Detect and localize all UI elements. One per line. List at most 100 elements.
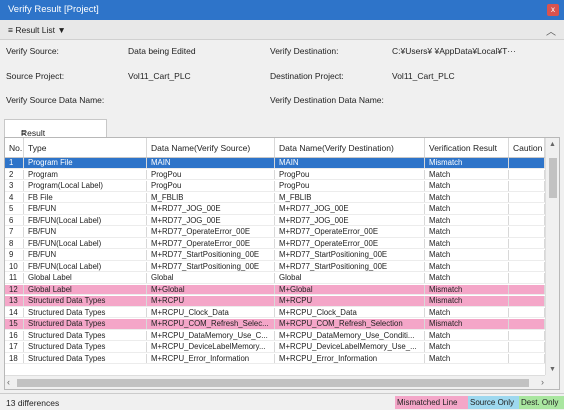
table-row[interactable]: 4 FB File M_FBLIB M_FBLIB Match — [5, 192, 545, 204]
cell-destination-name: M+RD77_JOG_00E — [275, 215, 425, 226]
cell-caution — [509, 261, 545, 272]
table-row[interactable]: 16 Structured Data Types M+RCPU_DataMemory… — [5, 330, 545, 342]
column-header-caution[interactable]: Caution — [509, 138, 545, 157]
column-header-type[interactable]: Type — [24, 138, 147, 157]
cell-type: Global Label — [24, 284, 147, 295]
cell-destination-name: M+RCPU_DataMemory_Use_Conditi... — [275, 330, 425, 341]
table-row[interactable]: 17 Structured Data Types M+RCPU_DeviceLabe… — [5, 342, 545, 353]
cell-result: Match — [425, 261, 509, 272]
cell-caution — [509, 169, 545, 180]
status-bar: 13 differences Mismatched Line Source On… — [0, 393, 564, 410]
column-header-source-name[interactable]: Data Name(Verify Source) — [147, 138, 275, 157]
cell-result: Mismatch — [425, 296, 509, 306]
cell-result: Match — [425, 273, 509, 283]
cell-no: 2 — [5, 169, 24, 180]
cell-result: Match — [425, 353, 509, 364]
cell-no: 18 — [5, 353, 24, 364]
cell-source-name: ProgPou — [147, 169, 275, 180]
destination-data-name-label: Verify Destination Data Name: — [270, 95, 384, 105]
result-table: No. Type Data Name(Verify Source) Data N… — [4, 137, 560, 390]
difference-count: 13 differences — [6, 398, 60, 408]
table-row[interactable]: 6 FB/FUN(Local Label) M+RD77_JOG_00E M+RD77… — [5, 215, 545, 227]
cell-source-name: M+RCPU — [147, 296, 275, 306]
cell-destination-name: ProgPou — [275, 169, 425, 180]
cell-result: Match — [425, 342, 509, 352]
cell-source-name: M+RD77_StartPositioning_00E — [147, 261, 275, 272]
destination-project-label: Destination Project: — [270, 71, 344, 81]
table-row[interactable]: 7 FB/FUN M+RD77_OperateError_00E M+RD77_Ope… — [5, 227, 545, 238]
column-header-verification-result[interactable]: Verification Result — [425, 138, 509, 157]
cell-caution — [509, 204, 545, 214]
vertical-scrollbar[interactable]: ▲ ▼ — [545, 138, 559, 376]
title-bar: Verify Result [Project] x — [0, 0, 564, 20]
scroll-up-icon[interactable]: ▲ — [549, 141, 556, 148]
horizontal-scroll-thumb[interactable] — [17, 379, 529, 387]
cell-type: Structured Data Types — [24, 353, 147, 364]
tab-result-list[interactable]: ≡ Result List — [4, 119, 107, 148]
scroll-left-icon[interactable]: ‹ — [7, 377, 10, 387]
scroll-right-icon[interactable]: › — [541, 377, 544, 387]
cell-no: 10 — [5, 261, 24, 272]
cell-result: Match — [425, 307, 509, 318]
cell-no: 6 — [5, 215, 24, 226]
table-row[interactable]: 8 FB/FUN(Local Label) M+RD77_OperateError_… — [5, 238, 545, 250]
cell-type: Program — [24, 169, 147, 180]
table-row[interactable]: 15 Structured Data Types M+RCPU_COM_Refres… — [5, 319, 545, 330]
table-row[interactable]: 12 Global Label M+Global M+Global Mismatch — [5, 284, 545, 296]
cell-type: Structured Data Types — [24, 307, 147, 318]
table-row[interactable]: 9 FB/FUN M+RD77_StartPositioning_00E M+RD77… — [5, 250, 545, 261]
cell-source-name: MAIN — [147, 158, 275, 168]
verify-info-panel: Verify Source: Data being Edited Verify … — [0, 41, 564, 114]
cell-result: Match — [425, 169, 509, 180]
cell-source-name: M+RD77_OperateError_00E — [147, 238, 275, 249]
table-row[interactable]: 11 Global Label Global Global Match — [5, 273, 545, 284]
cell-result: Match — [425, 215, 509, 226]
cell-caution — [509, 330, 545, 341]
cell-destination-name: M_FBLIB — [275, 192, 425, 203]
table-header: No. Type Data Name(Verify Source) Data N… — [5, 138, 545, 158]
table-row[interactable]: 10 FB/FUN(Local Label) M+RD77_StartPositio… — [5, 261, 545, 273]
cell-no: 16 — [5, 330, 24, 341]
collapse-icon[interactable]: ︿ — [546, 23, 556, 38]
table-row[interactable]: 14 Structured Data Types M+RCPU_Clock_Data… — [5, 307, 545, 319]
table-row[interactable]: 3 Program(Local Label) ProgPou ProgPou Match — [5, 181, 545, 192]
cell-source-name: M+RD77_StartPositioning_00E — [147, 250, 275, 260]
cell-caution — [509, 227, 545, 237]
cell-type: Program(Local Label) — [24, 181, 147, 191]
table-row[interactable]: 13 Structured Data Types M+RCPU M+RCPU Misma… — [5, 296, 545, 307]
column-header-destination-name[interactable]: Data Name(Verify Destination) — [275, 138, 425, 157]
cell-result: Match — [425, 204, 509, 214]
cell-caution — [509, 284, 545, 295]
cell-no: 14 — [5, 307, 24, 318]
cell-result: Mismatch — [425, 319, 509, 329]
cell-destination-name: Global — [275, 273, 425, 283]
cell-result: Match — [425, 227, 509, 237]
column-header-no[interactable]: No. — [5, 138, 24, 157]
cell-type: FB/FUN(Local Label) — [24, 238, 147, 249]
cell-source-name: M_FBLIB — [147, 192, 275, 203]
result-list-menu-label: Result List ▼ — [15, 25, 66, 35]
cell-source-name: M+RCPU_DataMemory_Use_C... — [147, 330, 275, 341]
horizontal-scrollbar[interactable]: ‹ › — [5, 375, 546, 389]
cell-no: 11 — [5, 273, 24, 283]
scroll-down-icon[interactable]: ▼ — [549, 366, 556, 373]
scroll-corner — [545, 375, 559, 389]
vertical-scroll-thumb[interactable] — [549, 158, 557, 198]
table-row[interactable]: 2 Program ProgPou ProgPou Match — [5, 169, 545, 181]
table-row[interactable]: 1 Program File MAIN MAIN Mismatch — [5, 158, 545, 169]
cell-source-name: ProgPou — [147, 181, 275, 191]
cell-destination-name: M+RD77_OperateError_00E — [275, 238, 425, 249]
result-list-menu[interactable]: ≡ Result List ▼ — [8, 25, 66, 35]
cell-type: FB/FUN — [24, 204, 147, 214]
cell-type: Structured Data Types — [24, 342, 147, 352]
verify-destination-value: C:¥Users¥ ¥AppData¥Local¥T··· — [392, 46, 516, 56]
verify-source-label: Verify Source: — [6, 46, 59, 56]
table-row[interactable]: 18 Structured Data Types M+RCPU_Error_Info… — [5, 353, 545, 365]
close-icon[interactable]: x — [547, 4, 559, 16]
cell-result: Match — [425, 181, 509, 191]
result-list-toolbar: ≡ Result List ▼ ︿ — [0, 20, 564, 40]
cell-caution — [509, 273, 545, 283]
cell-caution — [509, 250, 545, 260]
table-row[interactable]: 5 FB/FUN M+RD77_JOG_00E M+RD77_JOG_00E Match — [5, 204, 545, 215]
cell-destination-name: M+RCPU — [275, 296, 425, 306]
